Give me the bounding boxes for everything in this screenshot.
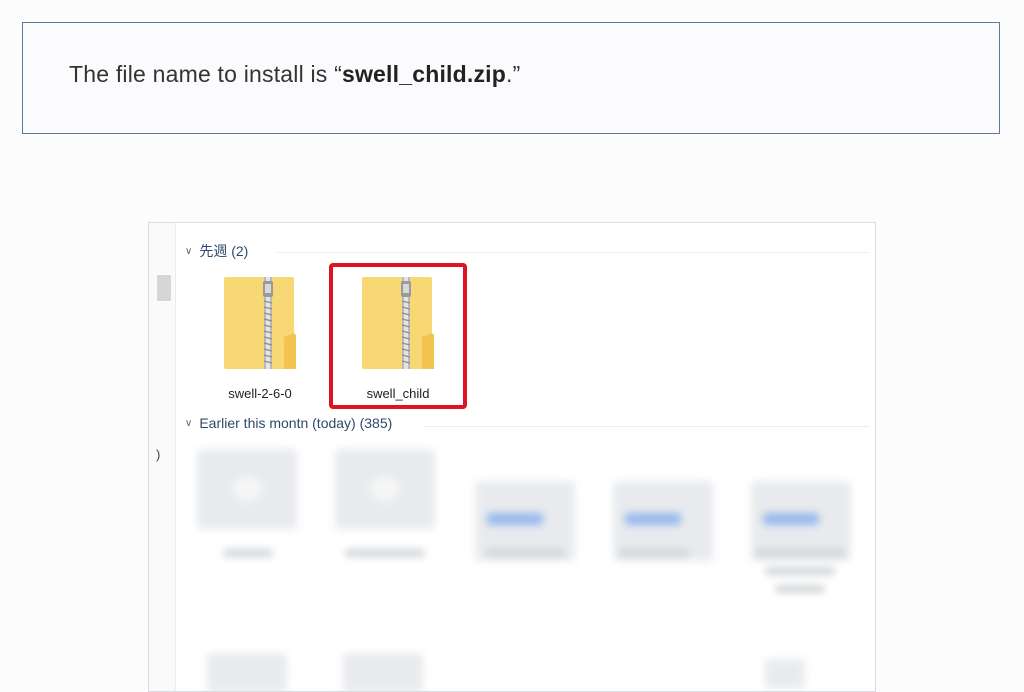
- chevron-down-icon: ∨: [185, 417, 193, 429]
- instruction-box: The file name to install is “swell_child…: [22, 22, 1000, 134]
- file-explorer-window: ) ∨ 先週 (2) swell-2-6-0 swell_child ∨ Ear…: [148, 222, 876, 692]
- blurred-label: [485, 549, 565, 557]
- instruction-prefix: The file name to install is “: [69, 61, 342, 87]
- chevron-down-icon: ∨: [185, 245, 193, 257]
- blurred-label: [755, 549, 845, 557]
- blurred-file-grid: [185, 441, 875, 691]
- group-label-last-week: 先週 (2): [199, 243, 249, 259]
- file-item-swell-2-6-0[interactable]: swell-2-6-0: [205, 273, 315, 401]
- group-divider: [425, 426, 869, 427]
- blurred-thumbnail: [197, 449, 297, 529]
- blurred-label: [775, 585, 825, 593]
- instruction-suffix: .”: [506, 61, 521, 87]
- blurred-label: [223, 549, 273, 557]
- instruction-filename: swell_child.zip: [341, 61, 507, 87]
- group-header-last-week[interactable]: ∨ 先週 (2): [185, 241, 248, 261]
- instruction-text: The file name to install is “swell_child…: [69, 61, 520, 88]
- navigation-item-text: ): [156, 447, 161, 462]
- blurred-label: [345, 549, 425, 557]
- navigation-pane: ): [149, 223, 176, 691]
- blurred-thumbnail: [335, 449, 435, 529]
- group-header-earlier[interactable]: ∨ Earlier this montn (today) (385): [185, 415, 392, 431]
- blurred-label: [619, 549, 689, 557]
- blurred-thumbnail: [765, 659, 805, 689]
- group-label-earlier: Earlier this montn (today) (385): [199, 415, 393, 431]
- blurred-thumbnail: [207, 653, 287, 691]
- group-divider: [277, 252, 869, 253]
- blurred-thumbnail: [343, 653, 423, 691]
- navigation-scrollbar[interactable]: [157, 275, 171, 301]
- highlight-frame: [329, 263, 467, 409]
- zip-folder-icon: [224, 277, 296, 369]
- file-name-label: swell-2-6-0: [228, 386, 292, 401]
- blurred-label: [765, 567, 835, 575]
